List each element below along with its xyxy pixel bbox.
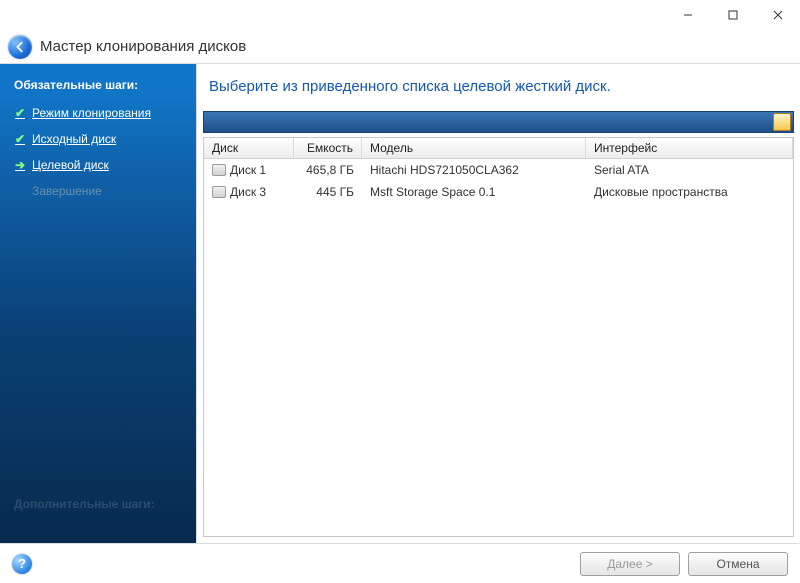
- sidebar-step-label: Режим клонирования: [32, 104, 151, 122]
- disk-list-header: Диск Емкость Модель Интерфейс: [204, 138, 793, 159]
- sidebar-heading-optional: Дополнительные шаги:: [0, 493, 169, 519]
- disk-list-row[interactable]: Диск 3 445 ГБ Msft Storage Space 0.1 Дис…: [204, 181, 793, 203]
- cell-model: Hitachi HDS721050CLA362: [362, 161, 586, 179]
- cell-capacity: 465,8 ГБ: [294, 161, 362, 179]
- instruction-text: Выберите из приведенного списка целевой …: [197, 64, 800, 111]
- sidebar-step-label: Исходный диск: [32, 130, 116, 148]
- sidebar-step-clone-mode[interactable]: ✔ Режим клонирования: [0, 100, 196, 126]
- cancel-button[interactable]: Отмена: [688, 552, 788, 576]
- cancel-button-label: Отмена: [716, 557, 759, 571]
- cell-disk: Диск 3: [230, 185, 266, 199]
- disk-icon: [212, 164, 226, 176]
- disk-list: Диск Емкость Модель Интерфейс Диск 1 465…: [203, 137, 794, 537]
- wizard-sidebar: Обязательные шаги: ✔ Режим клонирования …: [0, 64, 196, 543]
- close-button[interactable]: [755, 0, 800, 30]
- window-titlebar: [0, 0, 800, 30]
- checkmark-icon: ✔: [14, 130, 26, 148]
- column-header-disk[interactable]: Диск: [204, 138, 294, 158]
- column-header-interface[interactable]: Интерфейс: [586, 138, 793, 158]
- column-header-capacity[interactable]: Емкость: [294, 138, 362, 158]
- sidebar-step-label: Завершение: [32, 182, 102, 200]
- wizard-title: Мастер клонирования дисков: [40, 38, 246, 55]
- column-header-model[interactable]: Модель: [362, 138, 586, 158]
- help-button[interactable]: ?: [12, 554, 32, 574]
- maximize-button[interactable]: [710, 0, 755, 30]
- next-button[interactable]: Далее >: [580, 552, 680, 576]
- disk-list-row[interactable]: Диск 1 465,8 ГБ Hitachi HDS721050CLA362 …: [204, 159, 793, 181]
- cell-disk: Диск 1: [230, 163, 266, 177]
- sidebar-step-source-disk[interactable]: ✔ Исходный диск: [0, 126, 196, 152]
- disk-properties-button[interactable]: [773, 113, 791, 131]
- back-button[interactable]: [8, 35, 32, 59]
- cell-interface: Serial ATA: [586, 161, 793, 179]
- help-icon: ?: [18, 556, 26, 571]
- next-button-label: Далее >: [607, 557, 653, 571]
- disk-icon: [212, 186, 226, 198]
- wizard-header: Мастер клонирования дисков: [0, 30, 800, 64]
- sidebar-step-label: Целевой диск: [32, 156, 109, 174]
- cell-interface: Дисковые пространства: [586, 183, 793, 201]
- sidebar-step-target-disk[interactable]: ➔ Целевой диск: [0, 152, 196, 178]
- arrow-right-icon: ➔: [14, 156, 26, 174]
- wizard-footer: ? Далее > Отмена: [0, 543, 800, 583]
- checkmark-icon: ✔: [14, 104, 26, 122]
- minimize-button[interactable]: [665, 0, 710, 30]
- sidebar-heading-required: Обязательные шаги:: [0, 74, 196, 100]
- sidebar-step-finish: Завершение: [0, 178, 196, 204]
- cell-capacity: 445 ГБ: [294, 183, 362, 201]
- wizard-main-panel: Выберите из приведенного списка целевой …: [196, 64, 800, 543]
- cell-model: Msft Storage Space 0.1: [362, 183, 586, 201]
- disk-list-toolbar: [203, 111, 794, 133]
